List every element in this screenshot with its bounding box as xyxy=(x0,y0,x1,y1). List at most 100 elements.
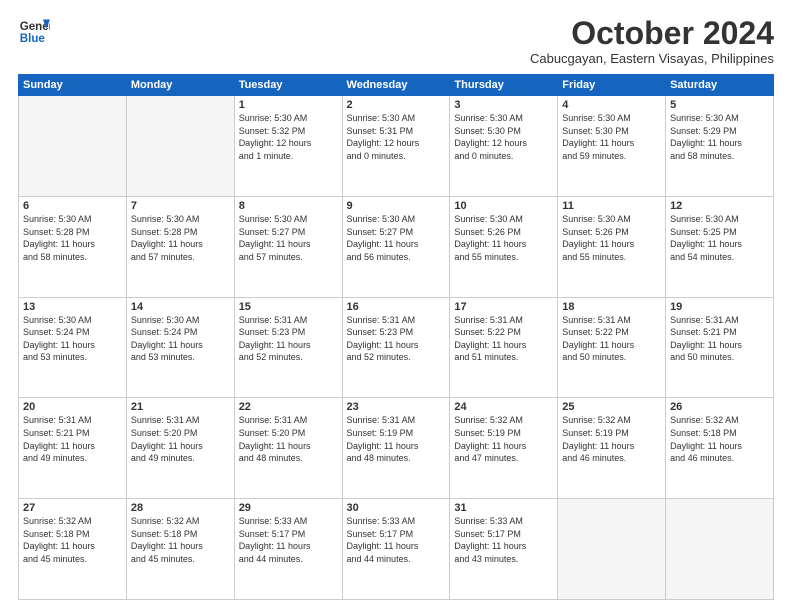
day-info: Sunrise: 5:30 AM Sunset: 5:29 PM Dayligh… xyxy=(670,112,769,162)
calendar-cell: 8Sunrise: 5:30 AM Sunset: 5:27 PM Daylig… xyxy=(234,196,342,297)
day-info: Sunrise: 5:30 AM Sunset: 5:28 PM Dayligh… xyxy=(23,213,122,263)
day-info: Sunrise: 5:31 AM Sunset: 5:22 PM Dayligh… xyxy=(562,314,661,364)
day-info: Sunrise: 5:30 AM Sunset: 5:27 PM Dayligh… xyxy=(239,213,338,263)
calendar-cell: 2Sunrise: 5:30 AM Sunset: 5:31 PM Daylig… xyxy=(342,96,450,197)
day-info: Sunrise: 5:32 AM Sunset: 5:18 PM Dayligh… xyxy=(23,515,122,565)
calendar-table: Sunday Monday Tuesday Wednesday Thursday… xyxy=(18,74,774,600)
col-wednesday: Wednesday xyxy=(342,75,450,96)
day-number: 15 xyxy=(239,301,338,313)
calendar-cell: 25Sunrise: 5:32 AM Sunset: 5:19 PM Dayli… xyxy=(558,398,666,499)
day-number: 4 xyxy=(562,99,661,111)
calendar-cell: 22Sunrise: 5:31 AM Sunset: 5:20 PM Dayli… xyxy=(234,398,342,499)
calendar-cell: 7Sunrise: 5:30 AM Sunset: 5:28 PM Daylig… xyxy=(126,196,234,297)
day-info: Sunrise: 5:31 AM Sunset: 5:21 PM Dayligh… xyxy=(670,314,769,364)
calendar-cell xyxy=(19,96,127,197)
calendar-week-2: 13Sunrise: 5:30 AM Sunset: 5:24 PM Dayli… xyxy=(19,297,774,398)
calendar-cell: 3Sunrise: 5:30 AM Sunset: 5:30 PM Daylig… xyxy=(450,96,558,197)
calendar-cell: 31Sunrise: 5:33 AM Sunset: 5:17 PM Dayli… xyxy=(450,499,558,600)
calendar-cell: 16Sunrise: 5:31 AM Sunset: 5:23 PM Dayli… xyxy=(342,297,450,398)
day-number: 3 xyxy=(454,99,553,111)
logo-icon: General Blue xyxy=(18,16,50,48)
day-info: Sunrise: 5:30 AM Sunset: 5:24 PM Dayligh… xyxy=(131,314,230,364)
calendar-cell: 26Sunrise: 5:32 AM Sunset: 5:18 PM Dayli… xyxy=(666,398,774,499)
col-tuesday: Tuesday xyxy=(234,75,342,96)
day-info: Sunrise: 5:30 AM Sunset: 5:31 PM Dayligh… xyxy=(347,112,446,162)
day-number: 22 xyxy=(239,401,338,413)
day-number: 18 xyxy=(562,301,661,313)
calendar-cell: 15Sunrise: 5:31 AM Sunset: 5:23 PM Dayli… xyxy=(234,297,342,398)
day-number: 5 xyxy=(670,99,769,111)
day-number: 2 xyxy=(347,99,446,111)
day-info: Sunrise: 5:33 AM Sunset: 5:17 PM Dayligh… xyxy=(454,515,553,565)
day-number: 21 xyxy=(131,401,230,413)
calendar-cell: 1Sunrise: 5:30 AM Sunset: 5:32 PM Daylig… xyxy=(234,96,342,197)
day-info: Sunrise: 5:30 AM Sunset: 5:30 PM Dayligh… xyxy=(454,112,553,162)
day-number: 27 xyxy=(23,502,122,514)
day-number: 16 xyxy=(347,301,446,313)
day-info: Sunrise: 5:30 AM Sunset: 5:26 PM Dayligh… xyxy=(562,213,661,263)
calendar-cell: 6Sunrise: 5:30 AM Sunset: 5:28 PM Daylig… xyxy=(19,196,127,297)
day-info: Sunrise: 5:30 AM Sunset: 5:24 PM Dayligh… xyxy=(23,314,122,364)
day-number: 20 xyxy=(23,401,122,413)
day-number: 28 xyxy=(131,502,230,514)
calendar-week-3: 20Sunrise: 5:31 AM Sunset: 5:21 PM Dayli… xyxy=(19,398,774,499)
calendar-cell: 5Sunrise: 5:30 AM Sunset: 5:29 PM Daylig… xyxy=(666,96,774,197)
calendar-cell: 18Sunrise: 5:31 AM Sunset: 5:22 PM Dayli… xyxy=(558,297,666,398)
day-info: Sunrise: 5:31 AM Sunset: 5:20 PM Dayligh… xyxy=(131,414,230,464)
col-thursday: Thursday xyxy=(450,75,558,96)
day-info: Sunrise: 5:31 AM Sunset: 5:23 PM Dayligh… xyxy=(347,314,446,364)
day-info: Sunrise: 5:31 AM Sunset: 5:20 PM Dayligh… xyxy=(239,414,338,464)
calendar-cell: 17Sunrise: 5:31 AM Sunset: 5:22 PM Dayli… xyxy=(450,297,558,398)
calendar-cell: 29Sunrise: 5:33 AM Sunset: 5:17 PM Dayli… xyxy=(234,499,342,600)
day-number: 12 xyxy=(670,200,769,212)
calendar-cell: 12Sunrise: 5:30 AM Sunset: 5:25 PM Dayli… xyxy=(666,196,774,297)
day-info: Sunrise: 5:31 AM Sunset: 5:23 PM Dayligh… xyxy=(239,314,338,364)
logo: General Blue xyxy=(18,16,50,48)
day-number: 1 xyxy=(239,99,338,111)
day-number: 19 xyxy=(670,301,769,313)
day-number: 26 xyxy=(670,401,769,413)
day-info: Sunrise: 5:32 AM Sunset: 5:19 PM Dayligh… xyxy=(562,414,661,464)
page: General Blue October 2024 Cabucgayan, Ea… xyxy=(0,0,792,612)
calendar-week-0: 1Sunrise: 5:30 AM Sunset: 5:32 PM Daylig… xyxy=(19,96,774,197)
day-number: 7 xyxy=(131,200,230,212)
calendar-cell: 24Sunrise: 5:32 AM Sunset: 5:19 PM Dayli… xyxy=(450,398,558,499)
calendar-cell xyxy=(666,499,774,600)
col-saturday: Saturday xyxy=(666,75,774,96)
day-info: Sunrise: 5:33 AM Sunset: 5:17 PM Dayligh… xyxy=(239,515,338,565)
day-number: 13 xyxy=(23,301,122,313)
calendar-cell: 13Sunrise: 5:30 AM Sunset: 5:24 PM Dayli… xyxy=(19,297,127,398)
day-info: Sunrise: 5:33 AM Sunset: 5:17 PM Dayligh… xyxy=(347,515,446,565)
col-sunday: Sunday xyxy=(19,75,127,96)
day-info: Sunrise: 5:30 AM Sunset: 5:32 PM Dayligh… xyxy=(239,112,338,162)
calendar-cell: 21Sunrise: 5:31 AM Sunset: 5:20 PM Dayli… xyxy=(126,398,234,499)
day-info: Sunrise: 5:32 AM Sunset: 5:18 PM Dayligh… xyxy=(131,515,230,565)
day-info: Sunrise: 5:30 AM Sunset: 5:25 PM Dayligh… xyxy=(670,213,769,263)
calendar-week-1: 6Sunrise: 5:30 AM Sunset: 5:28 PM Daylig… xyxy=(19,196,774,297)
calendar-cell: 14Sunrise: 5:30 AM Sunset: 5:24 PM Dayli… xyxy=(126,297,234,398)
day-number: 11 xyxy=(562,200,661,212)
day-number: 10 xyxy=(454,200,553,212)
calendar-cell: 28Sunrise: 5:32 AM Sunset: 5:18 PM Dayli… xyxy=(126,499,234,600)
calendar-cell: 23Sunrise: 5:31 AM Sunset: 5:19 PM Dayli… xyxy=(342,398,450,499)
calendar-cell: 9Sunrise: 5:30 AM Sunset: 5:27 PM Daylig… xyxy=(342,196,450,297)
calendar-cell xyxy=(558,499,666,600)
calendar-cell xyxy=(126,96,234,197)
day-number: 9 xyxy=(347,200,446,212)
day-number: 30 xyxy=(347,502,446,514)
calendar-cell: 4Sunrise: 5:30 AM Sunset: 5:30 PM Daylig… xyxy=(558,96,666,197)
day-info: Sunrise: 5:31 AM Sunset: 5:19 PM Dayligh… xyxy=(347,414,446,464)
day-info: Sunrise: 5:30 AM Sunset: 5:28 PM Dayligh… xyxy=(131,213,230,263)
day-info: Sunrise: 5:31 AM Sunset: 5:21 PM Dayligh… xyxy=(23,414,122,464)
calendar-cell: 20Sunrise: 5:31 AM Sunset: 5:21 PM Dayli… xyxy=(19,398,127,499)
day-number: 24 xyxy=(454,401,553,413)
day-number: 8 xyxy=(239,200,338,212)
header-row: Sunday Monday Tuesday Wednesday Thursday… xyxy=(19,75,774,96)
subtitle: Cabucgayan, Eastern Visayas, Philippines xyxy=(530,51,774,66)
day-number: 14 xyxy=(131,301,230,313)
header: General Blue October 2024 Cabucgayan, Ea… xyxy=(18,16,774,66)
calendar-cell: 30Sunrise: 5:33 AM Sunset: 5:17 PM Dayli… xyxy=(342,499,450,600)
col-monday: Monday xyxy=(126,75,234,96)
day-number: 31 xyxy=(454,502,553,514)
col-friday: Friday xyxy=(558,75,666,96)
